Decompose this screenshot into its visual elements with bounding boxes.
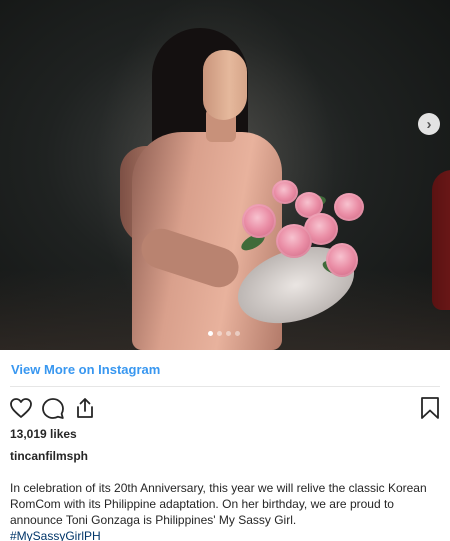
woman-face	[203, 50, 247, 120]
heart-icon[interactable]	[9, 396, 33, 420]
rose	[334, 193, 364, 221]
rose	[276, 224, 312, 258]
caption-text: In celebration of its 20th Anniversary, …	[10, 481, 427, 527]
caption: In celebration of its 20th Anniversary, …	[10, 480, 430, 541]
share-icon[interactable]	[73, 396, 97, 420]
rose	[272, 180, 298, 204]
carousel-dot	[235, 331, 240, 336]
comment-icon[interactable]	[41, 396, 65, 420]
rose	[326, 243, 358, 277]
carousel-dot	[208, 331, 213, 336]
likes-count[interactable]: 13,019 likes	[10, 427, 77, 441]
background-figure	[432, 170, 450, 310]
username[interactable]: tincanfilmsph	[10, 449, 88, 463]
carousel-dot	[226, 331, 231, 336]
chevron-right-icon: ›	[426, 115, 432, 133]
rose	[242, 204, 276, 238]
divider	[10, 386, 440, 387]
hashtag-link[interactable]: #MySassyGirlPH	[10, 528, 430, 541]
next-slide-button[interactable]: ›	[418, 113, 440, 135]
bookmark-icon[interactable]	[418, 396, 442, 420]
carousel-indicator	[208, 331, 240, 336]
post-image[interactable]: ›	[0, 0, 450, 350]
carousel-dot	[217, 331, 222, 336]
view-more-link[interactable]: View More on Instagram	[11, 362, 160, 377]
